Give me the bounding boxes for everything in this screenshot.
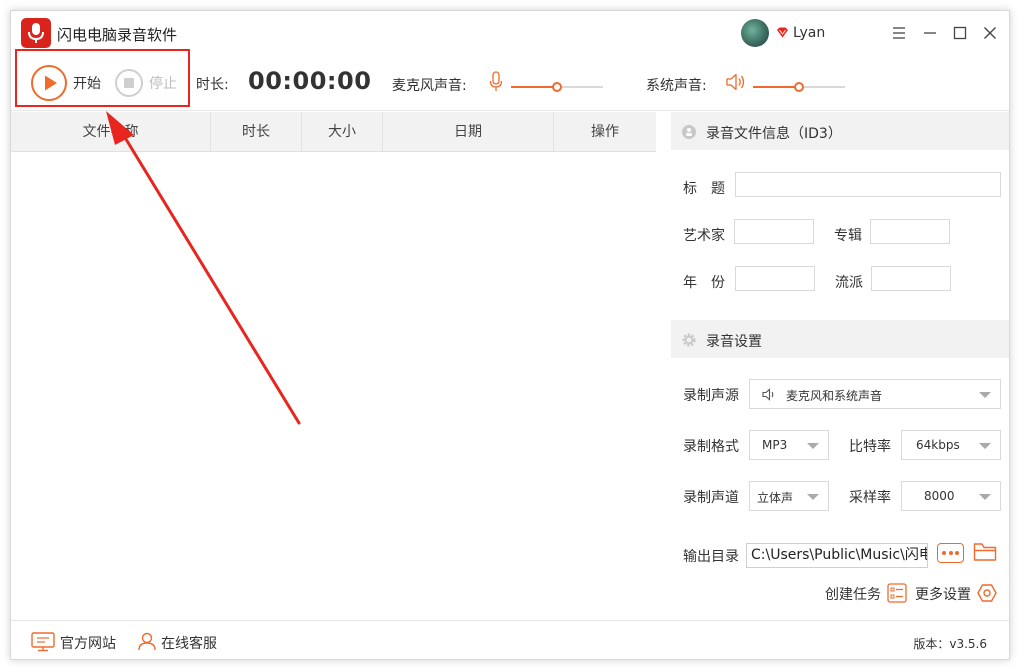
column-header-actions: 操作 [591, 124, 619, 140]
id3-title-input[interactable] [735, 172, 1001, 197]
id3-section-title: 录音文件信息（ID3） [706, 126, 842, 142]
id3-year-label: 年 份 [683, 275, 725, 291]
slider-knob[interactable] [794, 82, 804, 92]
chevron-down-icon [807, 443, 819, 449]
stop-icon [115, 69, 143, 97]
format-value: MP3 [762, 438, 788, 452]
chevron-down-icon [979, 494, 991, 500]
version-label: 版本：v3.5.6 [913, 637, 987, 651]
recordings-table-header: 文件名称 时长 大小 日期 操作 [11, 112, 656, 152]
official-website-link[interactable]: 官方网站 [60, 633, 116, 653]
speaker-icon [726, 73, 745, 91]
duration-timer: 00:00:00 [248, 67, 372, 95]
format-label: 录制格式 [683, 439, 739, 455]
column-header-date[interactable]: 日期 [383, 112, 554, 152]
menu-button[interactable] [887, 21, 911, 45]
start-label: 开始 [73, 76, 101, 92]
title-bar: 闪电电脑录音软件 Lyan [11, 11, 1009, 48]
start-button[interactable]: 开始 [31, 65, 101, 101]
microphone-icon [489, 71, 503, 91]
online-support-link[interactable]: 在线客服 [161, 633, 217, 653]
column-header-size[interactable]: 大小 [302, 112, 383, 152]
app-logo-icon [21, 18, 51, 48]
chevron-down-icon [807, 494, 819, 500]
vip-diamond-icon [777, 27, 788, 38]
mic-volume-label: 麦克风声音: [392, 78, 467, 94]
chevron-down-icon [979, 443, 991, 449]
format-select[interactable]: MP3 [749, 430, 829, 460]
footer-bar: 官方网站 在线客服 版本：v3.5.6 [11, 620, 1009, 659]
stop-button[interactable]: 停止 [115, 67, 177, 99]
browse-more-button[interactable] [937, 543, 964, 563]
speaker-icon [762, 388, 774, 401]
monitor-icon[interactable] [31, 632, 55, 652]
maximize-button[interactable] [948, 21, 972, 45]
bitrate-label: 比特率 [849, 439, 891, 455]
samplerate-label: 采样率 [849, 490, 891, 506]
output-dir-input[interactable]: C:\Users\Public\Music\闪电 [746, 543, 928, 568]
user-avatar[interactable] [741, 19, 769, 47]
source-value: 麦克风和系统声音 [786, 389, 883, 403]
user-name[interactable]: Lyan [793, 25, 825, 41]
close-button[interactable] [978, 21, 1002, 45]
id3-album-label: 专辑 [834, 228, 862, 244]
recordings-list[interactable] [11, 152, 656, 620]
info-icon [682, 125, 696, 139]
id3-genre-label: 流派 [835, 275, 863, 291]
channel-value: 立体声 [757, 491, 794, 505]
settings-section-title: 录音设置 [706, 334, 762, 350]
system-volume-label: 系统声音: [646, 78, 707, 94]
gear-icon [682, 333, 696, 347]
mic-volume-slider[interactable] [511, 81, 603, 93]
minimize-icon [924, 32, 936, 34]
open-folder-icon[interactable] [973, 542, 997, 562]
menu-icon [893, 27, 905, 39]
samplerate-value: 8000 [924, 489, 955, 503]
output-dir-label: 输出目录 [683, 549, 739, 565]
column-header-filename[interactable]: 文件名称 [11, 112, 211, 152]
id3-year-input[interactable] [735, 266, 815, 291]
slider-knob[interactable] [552, 82, 562, 92]
maximize-icon [953, 26, 967, 40]
minimize-button[interactable] [918, 21, 942, 45]
channel-label: 录制声道 [683, 490, 739, 506]
settings-section-header: 录音设置 [671, 320, 1009, 358]
customer-service-icon[interactable] [137, 631, 157, 651]
id3-genre-input[interactable] [871, 266, 951, 291]
chevron-down-icon [979, 392, 991, 398]
id3-artist-input[interactable] [734, 219, 814, 244]
more-settings-link[interactable]: 更多设置 [915, 584, 971, 604]
app-window: 闪电电脑录音软件 Lyan 开始 停止 时长: 00:00:00 麦克风声音: … [10, 10, 1010, 660]
id3-album-input[interactable] [870, 219, 950, 244]
column-header-duration[interactable]: 时长 [211, 112, 302, 152]
id3-artist-label: 艺术家 [683, 228, 725, 244]
bitrate-value: 64kbps [916, 438, 960, 452]
app-title: 闪电电脑录音软件 [57, 26, 178, 44]
task-list-icon[interactable] [887, 583, 907, 603]
system-volume-slider[interactable] [753, 81, 845, 93]
id3-title-label: 标 题 [683, 181, 725, 197]
source-select[interactable]: 麦克风和系统声音 [749, 379, 1001, 409]
samplerate-select[interactable]: 8000 [901, 481, 1001, 511]
source-label: 录制声源 [683, 388, 739, 404]
settings-hex-icon[interactable] [977, 583, 997, 603]
create-task-link[interactable]: 创建任务 [825, 584, 881, 604]
close-icon [984, 27, 996, 39]
play-icon [31, 65, 67, 101]
stop-label: 停止 [149, 76, 177, 92]
id3-section-header: 录音文件信息（ID3） [671, 112, 1009, 150]
duration-label: 时长: [196, 77, 229, 93]
bitrate-select[interactable]: 64kbps [901, 430, 1001, 460]
channel-select[interactable]: 立体声 [749, 481, 829, 511]
record-toolbar: 开始 停止 时长: 00:00:00 麦克风声音: 系统声音: [11, 47, 1009, 111]
